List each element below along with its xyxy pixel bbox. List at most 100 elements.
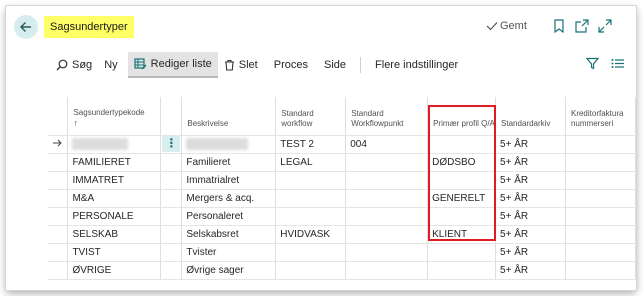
row-actions-cell <box>160 207 183 226</box>
cell-workflowpoint[interactable] <box>345 261 429 280</box>
cell-code[interactable]: FAMILIERET <box>67 153 162 172</box>
cell-archive[interactable]: 5+ ÅR <box>495 189 566 208</box>
page-menu[interactable]: Side <box>318 52 352 78</box>
cell-creditor[interactable] <box>565 153 636 172</box>
cell-workflow[interactable] <box>275 189 347 208</box>
cell-creditor[interactable] <box>565 207 636 226</box>
cell-code[interactable]: M&A <box>67 189 162 208</box>
cell-profile[interactable]: DØDSBO <box>427 153 497 172</box>
cell-creditor[interactable] <box>565 189 636 208</box>
cell-workflow[interactable] <box>275 261 347 280</box>
cell-code[interactable]: TVIST <box>67 243 162 262</box>
back-button[interactable] <box>14 15 38 39</box>
cell-description[interactable] <box>181 134 277 154</box>
cell-description[interactable]: Mergers & acq. <box>181 189 277 208</box>
cell-workflow[interactable]: HVIDVASK <box>275 225 347 244</box>
expand-button[interactable] <box>597 18 613 34</box>
column-header-creditor-invoice[interactable]: Kreditorfaktura nummerseri <box>565 97 636 136</box>
bookmark-button[interactable] <box>551 18 567 34</box>
column-header-description[interactable]: Beskrivelse <box>181 97 277 136</box>
cell-creditor[interactable] <box>565 134 636 154</box>
more-options-button[interactable]: Flere indstillinger <box>369 52 464 78</box>
table-row[interactable]: ⋮ TEST 2 004 5+ ÅR <box>48 134 636 154</box>
cell-workflowpoint[interactable]: 004 <box>345 134 429 154</box>
table-row[interactable]: SELSKAB Selskabsret HVIDVASK KLIENT 5+ Å… <box>48 225 636 244</box>
column-header-code[interactable]: Sagsundertypekode ↑ <box>67 97 162 136</box>
cell-description[interactable]: Øvrige sager <box>181 261 277 280</box>
cell-description[interactable]: Selskabsret <box>181 225 277 244</box>
cell-profile[interactable]: KLIENT <box>427 225 497 244</box>
delete-button[interactable]: Slet <box>218 52 264 78</box>
cell-workflow[interactable]: TEST 2 <box>275 134 347 154</box>
table-row[interactable]: IMMATRET Immatrialret 5+ ÅR <box>48 171 636 190</box>
action-separator <box>360 57 362 73</box>
cell-workflowpoint[interactable] <box>345 207 429 226</box>
column-header-std-workflow[interactable]: Standard workflow <box>275 97 347 136</box>
redacted-value <box>72 138 129 150</box>
cell-profile[interactable]: GENERELT <box>427 189 497 208</box>
column-header-std-workflowpoint[interactable]: Standard Workflowpunkt <box>345 97 429 136</box>
cell-workflow[interactable] <box>275 171 347 190</box>
redacted-value <box>186 138 249 150</box>
cell-creditor[interactable] <box>565 171 636 190</box>
cell-profile[interactable] <box>427 207 497 226</box>
new-button[interactable]: Ny <box>98 52 123 78</box>
table-row[interactable]: PERSONALE Personaleret 5+ ÅR <box>48 207 636 226</box>
table-row[interactable]: TVIST Tvister 5+ ÅR <box>48 243 636 262</box>
cell-creditor[interactable] <box>565 261 636 280</box>
bookmark-icon <box>554 19 564 33</box>
row-selector[interactable] <box>48 189 69 208</box>
table-row[interactable]: M&A Mergers & acq. GENERELT 5+ ÅR <box>48 189 636 208</box>
table-row[interactable]: FAMILIERET Familieret LEGAL DØDSBO 5+ ÅR <box>48 153 636 172</box>
cell-profile[interactable] <box>427 261 497 280</box>
row-selector[interactable] <box>48 225 69 244</box>
cell-profile[interactable] <box>427 243 497 262</box>
cell-archive[interactable]: 5+ ÅR <box>495 207 566 226</box>
cell-archive[interactable]: 5+ ÅR <box>495 225 566 244</box>
cell-workflowpoint[interactable] <box>345 153 429 172</box>
cell-workflow[interactable] <box>275 207 347 226</box>
cell-archive[interactable]: 5+ ÅR <box>495 153 566 172</box>
cell-workflowpoint[interactable] <box>345 243 429 262</box>
cell-description[interactable]: Personaleret <box>181 207 277 226</box>
table-row[interactable]: ØVRIGE Øvrige sager 5+ ÅR <box>48 261 636 280</box>
cell-creditor[interactable] <box>565 225 636 244</box>
row-selector[interactable] <box>48 207 69 226</box>
cell-archive[interactable]: 5+ ÅR <box>495 171 566 190</box>
cell-code[interactable] <box>67 134 162 154</box>
search-button[interactable]: Søg <box>50 52 98 78</box>
cell-description[interactable]: Immatrialret <box>181 171 277 190</box>
cell-workflow[interactable]: LEGAL <box>275 153 347 172</box>
process-menu[interactable]: Proces <box>268 52 314 78</box>
action-bar: Søg Ny Rediger liste Slet Proces Side Fl… <box>6 52 636 78</box>
cell-archive[interactable]: 5+ ÅR <box>495 134 566 154</box>
cell-code[interactable]: SELSKAB <box>67 225 162 244</box>
filter-icon[interactable] <box>586 57 599 70</box>
row-actions-menu-icon[interactable]: ⋮ <box>162 136 181 152</box>
cell-code[interactable]: ØVRIGE <box>67 261 162 280</box>
row-selector[interactable] <box>48 243 69 262</box>
row-selector[interactable] <box>48 134 69 154</box>
cell-creditor[interactable] <box>565 243 636 262</box>
row-selector[interactable] <box>48 153 69 172</box>
cell-description[interactable]: Familieret <box>181 153 277 172</box>
cell-profile[interactable] <box>427 134 497 154</box>
row-selector[interactable] <box>48 261 69 280</box>
row-selector[interactable] <box>48 171 69 190</box>
cell-workflowpoint[interactable] <box>345 189 429 208</box>
open-new-window-button[interactable] <box>574 18 590 34</box>
cell-workflowpoint[interactable] <box>345 225 429 244</box>
cell-description[interactable]: Tvister <box>181 243 277 262</box>
cell-workflow[interactable] <box>275 243 347 262</box>
cell-archive[interactable]: 5+ ÅR <box>495 243 566 262</box>
cell-workflowpoint[interactable] <box>345 171 429 190</box>
edit-list-button[interactable]: Rediger liste <box>127 52 218 78</box>
list-view-icon[interactable] <box>611 57 624 70</box>
page-label: Side <box>324 59 347 71</box>
column-header-std-archive[interactable]: Standardarkiv <box>495 97 566 136</box>
cell-code[interactable]: IMMATRET <box>67 171 162 190</box>
column-header-primary-profile[interactable]: Primær profil Q/A <box>427 97 497 136</box>
cell-archive[interactable]: 5+ ÅR <box>495 261 566 280</box>
cell-code[interactable]: PERSONALE <box>67 207 162 226</box>
cell-profile[interactable] <box>427 171 497 190</box>
